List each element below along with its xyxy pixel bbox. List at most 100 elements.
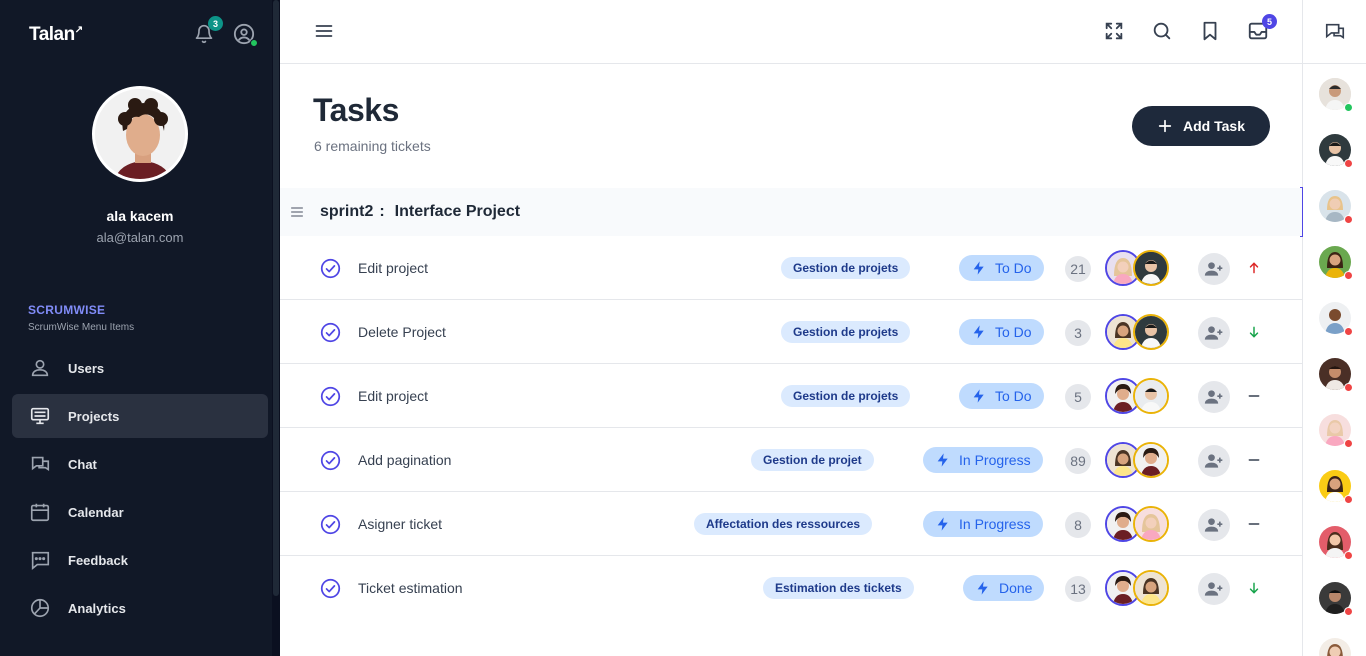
assignee-avatars[interactable] [1105,314,1171,350]
check-circle-icon[interactable] [320,258,341,284]
nav-item-projects[interactable]: Projects [12,394,268,438]
app-logo[interactable]: Talan↗ [29,24,83,46]
hamburger-icon [315,25,333,37]
priority-medium-dash-icon [1244,450,1264,470]
story-points: 5 [1065,384,1091,410]
assignee-avatar[interactable] [1133,250,1169,286]
tasks-page: Tasks 6 remaining tickets Add Task sprin… [280,64,1302,656]
drag-handle-icon[interactable] [282,204,312,220]
task-row[interactable]: Delete Project Gestion de projets To Do … [280,300,1302,364]
sprint-name: sprint2 [320,203,374,220]
user-plus-icon [1204,390,1223,404]
contacts-rail [1300,0,1366,656]
feedback-icon [28,548,52,572]
contact-avatar[interactable] [1318,358,1353,392]
add-task-label: Add Task [1183,118,1245,134]
task-row[interactable]: Ticket estimation Estimation des tickets… [280,556,1302,620]
add-assignee-button[interactable] [1198,509,1230,541]
contact-avatar[interactable] [1318,78,1353,112]
user-name: ala kacem [106,208,174,224]
contact-avatar[interactable] [1318,414,1353,448]
priority-medium-dash-icon [1244,514,1264,534]
contact-avatar[interactable] [1318,582,1353,616]
rail-chat-button[interactable] [1303,0,1366,64]
add-assignee-button[interactable] [1198,573,1230,605]
priority-high-arrow-icon [1244,258,1264,278]
contact-avatar[interactable] [1318,302,1353,336]
status-label: To Do [995,260,1032,276]
story-points: 3 [1065,320,1091,346]
remaining-tickets-text: 6 remaining tickets [314,138,431,154]
status-busy-dot [1343,327,1353,336]
assignee-avatar[interactable] [1133,442,1169,478]
category-tag: Affectation des ressources [694,513,873,535]
contact-avatar[interactable] [1318,526,1353,560]
assignee-avatars[interactable] [1105,378,1171,414]
add-assignee-button[interactable] [1198,381,1230,413]
check-circle-icon[interactable] [320,450,341,476]
search-button[interactable] [1150,19,1174,43]
profile-avatar[interactable] [92,86,188,182]
category-tag: Gestion de projets [781,385,911,407]
fullscreen-button[interactable] [1102,19,1126,43]
check-circle-icon[interactable] [320,578,341,604]
notifications-button[interactable]: 3 [192,16,223,46]
status-busy-dot [1343,383,1353,392]
pie-chart-icon [28,596,52,620]
nav-item-label: Feedback [68,552,128,568]
priority-low-arrow-icon [1244,322,1264,342]
header-actions: 5 [1102,14,1277,43]
assignee-avatars[interactable] [1105,506,1171,542]
status-badge[interactable]: Done [963,575,1045,601]
contact-avatar[interactable] [1318,190,1353,224]
nav-item-calendar[interactable]: Calendar [12,490,268,534]
sprint-project-name: Interface Project [394,203,521,220]
check-circle-icon[interactable] [320,514,341,540]
contact-avatar[interactable] [1318,134,1353,168]
assignee-avatar[interactable] [1133,314,1169,350]
expand-icon [1105,22,1123,40]
check-circle-icon[interactable] [320,322,341,348]
status-badge[interactable]: To Do [959,255,1044,281]
priority-low-arrow-icon [1244,578,1264,598]
task-row[interactable]: Asigner ticket Affectation des ressource… [280,492,1302,556]
contact-avatar[interactable] [1318,246,1353,280]
account-button[interactable] [232,22,258,47]
add-assignee-button[interactable] [1198,445,1230,477]
contacts-list [1303,64,1366,656]
nav-item-analytics[interactable]: Analytics [12,586,268,630]
status-busy-dot [1343,495,1353,504]
assignee-avatar[interactable] [1133,506,1169,542]
nav-item-feedback[interactable]: Feedback [12,538,268,582]
assignee-avatars[interactable] [1105,570,1171,606]
task-row[interactable]: Add pagination Gestion de projet In Prog… [280,428,1302,492]
add-task-button[interactable]: Add Task [1132,106,1270,146]
menu-toggle-button[interactable] [314,20,334,47]
add-assignee-button[interactable] [1198,317,1230,349]
bookmark-button[interactable] [1198,19,1222,43]
status-badge[interactable]: In Progress [923,447,1043,473]
contact-avatar[interactable] [1318,470,1353,504]
status-label: In Progress [959,516,1031,532]
status-label: To Do [995,388,1032,404]
nav-item-users[interactable]: Users [12,346,268,390]
status-badge[interactable]: In Progress [923,511,1043,537]
check-circle-icon[interactable] [320,386,341,412]
status-badge[interactable]: To Do [959,319,1044,345]
inbox-button[interactable]: 5 [1246,14,1277,43]
nav-item-chat[interactable]: Chat [12,442,268,486]
profile-avatar-image [95,89,185,179]
nav-item-label: Users [68,360,105,376]
assignee-avatars[interactable] [1105,442,1171,478]
assignee-avatars[interactable] [1105,250,1171,286]
page-title: Tasks [313,92,399,128]
status-badge[interactable]: To Do [959,383,1044,409]
plus-icon [1158,119,1172,133]
assignee-avatar[interactable] [1133,570,1169,606]
nav-item-label: Analytics [68,600,126,616]
add-assignee-button[interactable] [1198,253,1230,285]
contact-avatar[interactable] [1318,638,1351,656]
assignee-avatar[interactable] [1133,378,1169,414]
task-row[interactable]: Edit project Gestion de projets To Do 5 [280,364,1302,428]
task-row[interactable]: Edit project Gestion de projets To Do 21 [280,236,1302,300]
